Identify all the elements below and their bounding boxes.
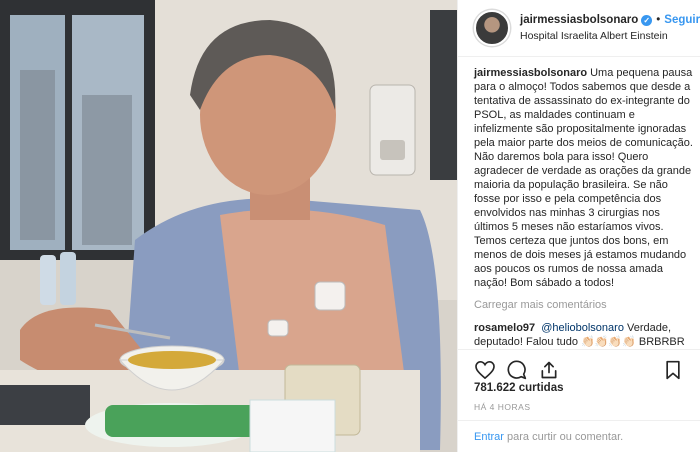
follow-button[interactable]: Seguir — [664, 12, 700, 28]
heart-icon — [475, 361, 495, 379]
action-bar — [458, 349, 700, 382]
caption: jairmessiasbolsonaro Uma pequena pausa pa… — [474, 66, 694, 290]
post-header: jairmessiasbolsonaro ✓ • Seguir Hospital… — [458, 0, 700, 57]
header-username[interactable]: jairmessiasbolsonaro — [520, 12, 638, 28]
comment-button[interactable] — [506, 359, 528, 381]
add-comment-section: Entrar para curtir ou comentar. — [458, 420, 700, 452]
comment-icon — [507, 360, 527, 380]
post-timestamp: HÁ 4 HORAS — [474, 402, 531, 412]
comment-item: rosamelo97 @heliobolsonaro Verdade, depu… — [474, 321, 694, 349]
verified-icon: ✓ — [641, 14, 653, 26]
post-sidebar: jairmessiasbolsonaro ✓ • Seguir Hospital… — [457, 0, 700, 452]
comment-mention[interactable]: @heliobolsonaro — [541, 322, 624, 334]
separator-dot: • — [656, 14, 661, 26]
post-photo-illustration — [0, 0, 457, 452]
caption-text: Uma pequena pausa para o almoço! Todos s… — [474, 67, 693, 289]
caption-username[interactable]: jairmessiasbolsonaro — [474, 67, 587, 79]
like-button[interactable] — [474, 359, 496, 381]
share-button[interactable] — [538, 359, 560, 381]
save-button[interactable] — [662, 359, 684, 381]
load-more-comments-button[interactable]: Carregar mais comentários — [474, 298, 694, 312]
avatar[interactable] — [474, 10, 510, 46]
comments-section: jairmessiasbolsonaro Uma pequena pausa pa… — [474, 66, 694, 349]
instagram-post: jairmessiasbolsonaro ✓ • Seguir Hospital… — [0, 0, 700, 452]
bookmark-icon — [666, 360, 680, 380]
share-icon — [541, 361, 557, 379]
login-link[interactable]: Entrar — [474, 431, 504, 443]
post-photo[interactable] — [0, 0, 457, 452]
location-link[interactable]: Hospital Israelita Albert Einstein — [520, 28, 700, 44]
add-comment-text: para curtir ou comentar. — [503, 431, 624, 443]
comment-username[interactable]: rosamelo97 — [474, 322, 535, 334]
likes-count[interactable]: 781.622 curtidas — [474, 382, 564, 394]
